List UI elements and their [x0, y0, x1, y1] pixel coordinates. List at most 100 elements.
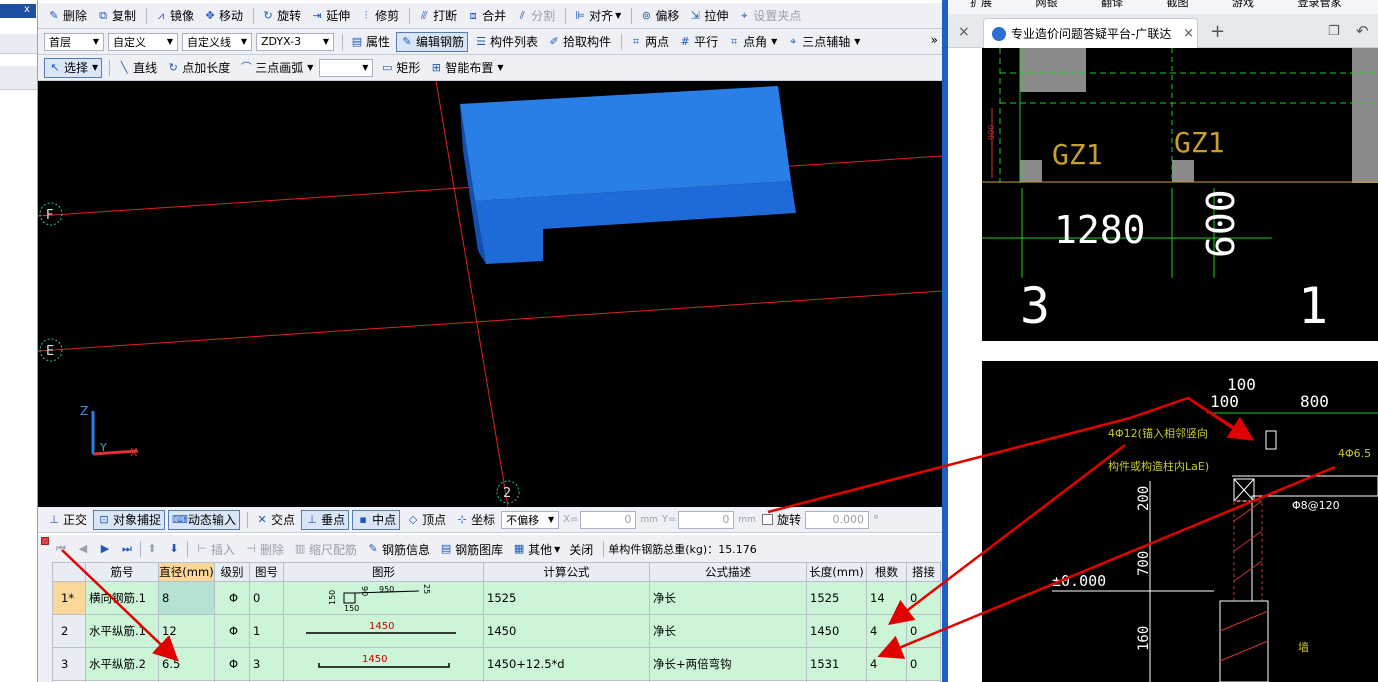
arc-option-select[interactable]: ▼: [319, 58, 374, 77]
col-header-length[interactable]: 长度(mm): [806, 562, 867, 582]
col-header-figure-no[interactable]: 图号: [249, 562, 284, 582]
cell-count[interactable]: 4: [866, 614, 907, 648]
cell-lap[interactable]: 0: [906, 647, 941, 681]
table-row[interactable]: 2 水平纵筋.1 12 Φ 1 1450 1450 净长 1450 4 0: [52, 614, 941, 648]
vertex-button[interactable]: ◇ 顶点: [403, 510, 449, 530]
two-point-button[interactable]: ⌗ 两点: [626, 32, 672, 52]
component-select[interactable]: ZDYX-3 ▼: [256, 32, 334, 51]
select-button[interactable]: ↖ 选择 ▼: [44, 57, 103, 78]
prev-record-icon[interactable]: ◀: [76, 542, 90, 556]
cell-diameter[interactable]: 6.5: [158, 647, 215, 681]
bookmark-item[interactable]: 扩展: [970, 0, 992, 9]
rotate-input[interactable]: 0.000: [804, 510, 869, 529]
component-list-button[interactable]: ☰ 构件列表: [471, 32, 541, 52]
scale-rebar-button[interactable]: ▥ 缩尺配筋: [290, 539, 360, 559]
perpendicular-button[interactable]: ⊥ 垂点: [301, 509, 350, 530]
col-header-description[interactable]: 公式描述: [649, 562, 807, 582]
cell-shape[interactable]: 1450: [283, 647, 484, 681]
cell-shape[interactable]: 1450: [283, 614, 484, 648]
bookmark-item[interactable]: 截图: [1167, 0, 1189, 9]
undo-icon[interactable]: ↶: [1356, 22, 1369, 40]
parallel-button[interactable]: # 平行: [675, 32, 721, 52]
point-length-button[interactable]: ↻ 点加长度: [163, 58, 233, 78]
move-up-icon[interactable]: ⬆: [145, 542, 159, 556]
cell-description[interactable]: 净长: [649, 581, 807, 615]
point-angle-button[interactable]: ⌗ 点角 ▼: [724, 32, 780, 52]
cell-formula[interactable]: 1450: [483, 614, 650, 648]
cell-length[interactable]: 1525: [806, 581, 867, 615]
last-record-icon[interactable]: ⏭: [120, 542, 134, 556]
table-row[interactable]: 3 水平纵筋.2 6.5 Φ 3 1450 1450+12.5*d 净长+两倍弯…: [52, 647, 941, 681]
offset-button[interactable]: ⊚ 偏移: [636, 6, 682, 26]
col-header-grade[interactable]: 级别: [214, 562, 250, 582]
cell-length[interactable]: 1450: [806, 614, 867, 648]
insert-button[interactable]: ⊢ 插入: [192, 539, 238, 559]
cell-lap[interactable]: 0: [906, 614, 941, 648]
trim-button[interactable]: ⫶ 修剪: [356, 6, 402, 26]
extend-button[interactable]: ⇥ 延伸: [307, 6, 353, 26]
col-header-formula[interactable]: 计算公式: [483, 562, 650, 582]
cell-count[interactable]: 14: [866, 581, 907, 615]
cell-description[interactable]: 净长: [649, 614, 807, 648]
bookmark-item[interactable]: 网银: [1036, 0, 1058, 9]
table-row[interactable]: 1* 横向钢筋.1 8 Φ 0 150 90 150 950 25 1525 净…: [52, 581, 941, 615]
properties-button[interactable]: ▤ 属性: [347, 32, 393, 52]
close-panel-button[interactable]: 关闭: [566, 539, 596, 559]
cell-grade[interactable]: Φ: [214, 647, 250, 681]
cell-lap[interactable]: 0: [906, 581, 941, 615]
other-button[interactable]: ▦ 其他 ▼: [509, 539, 563, 559]
col-header-count[interactable]: 根数: [866, 562, 907, 582]
left-close-icon[interactable]: ×: [958, 24, 970, 40]
left-panel-tab[interactable]: x: [0, 4, 36, 18]
new-tab-button[interactable]: +: [1210, 21, 1225, 42]
floor-select[interactable]: 首层 ▼: [44, 32, 104, 51]
move-down-icon[interactable]: ⬇: [167, 542, 181, 556]
grip-button[interactable]: ⌖ 设置夹点: [734, 6, 804, 26]
cell-formula[interactable]: 1450+12.5*d: [483, 647, 650, 681]
align-button[interactable]: ⊫ 对齐 ▼: [570, 6, 624, 26]
bookmark-item[interactable]: 翻译: [1101, 0, 1123, 9]
merge-button[interactable]: ⧈ 合并: [463, 6, 509, 26]
cell-figure-no[interactable]: 3: [249, 647, 284, 681]
three-point-axis-button[interactable]: ⌖ 三点辅轴 ▼: [783, 32, 863, 52]
col-header-lap[interactable]: 搭接: [906, 562, 941, 582]
cell-diameter[interactable]: 12: [158, 614, 215, 648]
first-record-icon[interactable]: ⏮: [54, 542, 68, 556]
next-record-icon[interactable]: ▶: [98, 542, 112, 556]
col-header-diameter[interactable]: 直径(mm): [158, 562, 215, 582]
rotate-button[interactable]: ↻ 旋转: [258, 6, 304, 26]
stretch-button[interactable]: ⇲ 拉伸: [685, 6, 731, 26]
object-snap-button[interactable]: ⊡ 对象捕捉: [93, 509, 166, 530]
offset-mode-select[interactable]: 不偏移 ▼: [501, 510, 560, 529]
y-coord-input[interactable]: 0: [678, 510, 735, 529]
cell-name[interactable]: 水平纵筋.1: [85, 614, 159, 648]
rotate-checkbox[interactable]: [761, 514, 773, 525]
coordinate-button[interactable]: ⊹ 坐标: [452, 510, 498, 530]
cell-figure-no[interactable]: 0: [249, 581, 284, 615]
edit-rebar-button[interactable]: ✎ 编辑钢筋: [396, 31, 469, 52]
line-button[interactable]: ╲ 直线: [114, 58, 160, 78]
panel-close-icon[interactable]: [41, 537, 49, 545]
rebar-library-button[interactable]: ▤ 钢筋图库: [436, 539, 506, 559]
split-button[interactable]: ⫽ 分割: [512, 6, 558, 26]
break-button[interactable]: ⫻ 打断: [414, 6, 460, 26]
toolbar-overflow-button[interactable]: »: [931, 33, 938, 47]
copy-button[interactable]: ⧉ 复制: [93, 6, 139, 26]
bookmark-item[interactable]: 游戏: [1232, 0, 1254, 9]
col-header-name[interactable]: 筋号: [85, 562, 159, 582]
delete-button[interactable]: ⊣ 删除: [241, 539, 287, 559]
rectangle-button[interactable]: ▭ 矩形: [377, 58, 423, 78]
move-button[interactable]: ✥ 移动: [200, 6, 246, 26]
restore-icon[interactable]: ❐: [1328, 24, 1340, 39]
cell-name[interactable]: 横向钢筋.1: [85, 581, 159, 615]
cell-formula[interactable]: 1525: [483, 581, 650, 615]
3d-viewport[interactable]: F E 2 Z Y X: [38, 81, 942, 507]
dynamic-input-button[interactable]: ⌨ 动态输入: [168, 509, 241, 530]
tab-close-icon[interactable]: ×: [1183, 26, 1194, 41]
three-point-arc-button[interactable]: ⌒ 三点画弧 ▼: [236, 58, 316, 78]
ortho-button[interactable]: ⊥ 正交: [44, 510, 90, 530]
cell-grade[interactable]: Φ: [214, 614, 250, 648]
eraser-button[interactable]: ✎ 删除: [44, 6, 90, 26]
cell-figure-no[interactable]: 1: [249, 614, 284, 648]
browser-tab-active[interactable]: 专业造价问题答疑平台-广联达 ×: [983, 18, 1198, 48]
